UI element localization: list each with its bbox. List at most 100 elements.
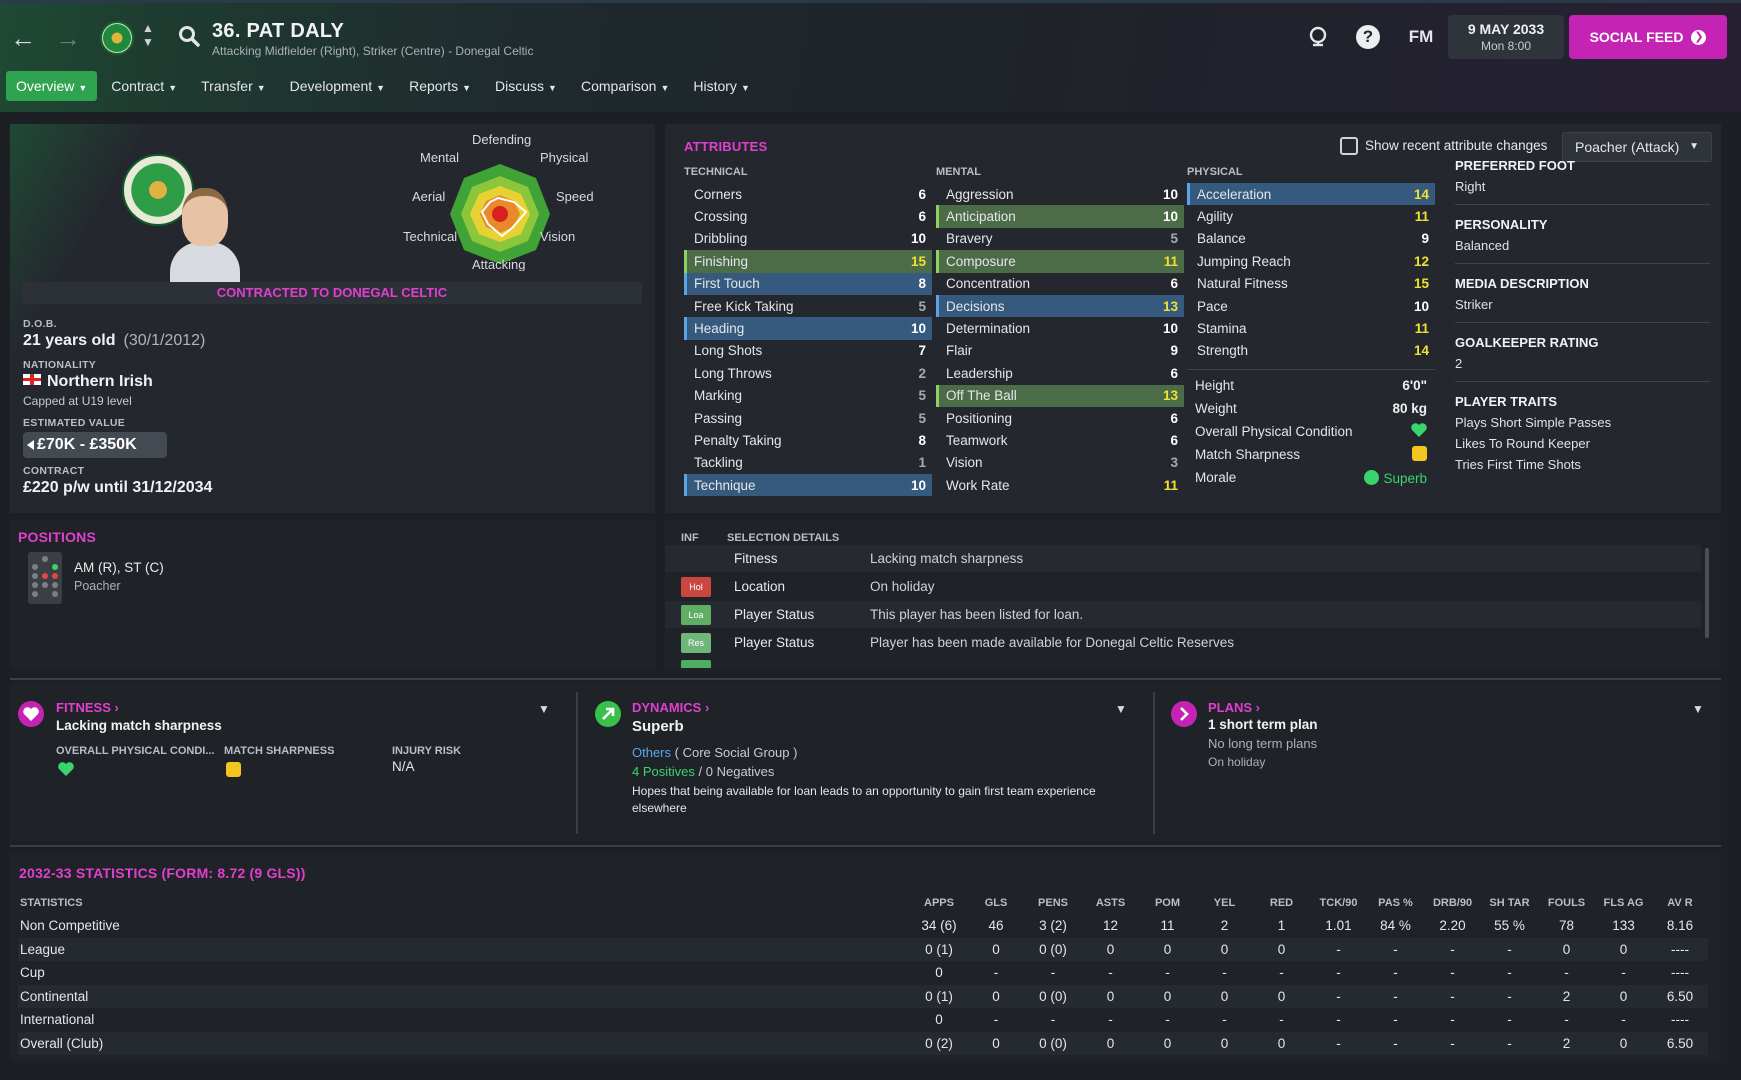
attribute-value: 6 bbox=[918, 186, 926, 202]
tab-development[interactable]: Development ▼ bbox=[280, 71, 395, 101]
attribute-row[interactable]: First Touch 8 bbox=[684, 272, 932, 295]
attribute-value: 6 bbox=[1170, 432, 1178, 448]
tab-reports[interactable]: Reports ▼ bbox=[399, 71, 481, 101]
social-feed-button[interactable]: SOCIAL FEED ❯ bbox=[1569, 15, 1727, 59]
plans-link[interactable]: PLANS › bbox=[1208, 700, 1260, 715]
attribute-row[interactable]: Concentration 6 bbox=[936, 273, 1184, 295]
plans-headline: 1 short term plan bbox=[1208, 717, 1318, 732]
attribute-row[interactable]: Passing 5 bbox=[684, 407, 932, 429]
stats-column-header[interactable]: PENS bbox=[1024, 892, 1082, 914]
stats-column-header[interactable]: APPS bbox=[910, 892, 968, 914]
stats-column-header[interactable]: POM bbox=[1139, 892, 1196, 914]
attribute-row[interactable]: Long Throws 2 bbox=[684, 362, 932, 384]
nationality-label: NATIONALITY bbox=[23, 359, 97, 371]
attribute-value: 10 bbox=[1162, 209, 1178, 225]
player-cycle-icon[interactable]: ▲ ▼ bbox=[142, 21, 154, 49]
attribute-row[interactable]: Free Kick Taking 5 bbox=[684, 295, 932, 317]
attribute-row[interactable]: Positioning 6 bbox=[936, 407, 1184, 429]
fitness-headline: Lacking match sharpness bbox=[56, 718, 222, 733]
goalkeeper-rating: GOALKEEPER RATING 2 bbox=[1455, 323, 1710, 382]
fitness-link[interactable]: FITNESS › bbox=[56, 700, 119, 715]
attribute-row[interactable]: Penalty Taking 8 bbox=[684, 429, 932, 451]
attribute-row[interactable]: Crossing 6 bbox=[684, 205, 932, 227]
globe-icon[interactable] bbox=[1306, 25, 1330, 49]
chevron-down-icon: ▼ bbox=[78, 83, 88, 93]
attribute-row[interactable]: Natural Fitness 15 bbox=[1187, 273, 1435, 295]
attribute-row[interactable]: Corners 6 bbox=[684, 183, 932, 205]
attribute-row[interactable]: Technique 10 bbox=[684, 474, 932, 497]
attribute-row[interactable]: Balance 9 bbox=[1187, 228, 1435, 250]
stats-column-header[interactable]: AV R bbox=[1652, 892, 1708, 914]
date-continue-button[interactable]: 9 MAY 2033 Mon 8:00 bbox=[1448, 15, 1564, 59]
attribute-row[interactable]: Decisions 13 bbox=[936, 294, 1184, 318]
help-icon[interactable]: ? bbox=[1356, 25, 1380, 49]
attribute-row[interactable]: Jumping Reach 12 bbox=[1187, 250, 1435, 272]
scrollbar[interactable] bbox=[1705, 548, 1709, 638]
attribute-row[interactable]: Pace 10 bbox=[1187, 295, 1435, 317]
attribute-row[interactable]: Teamwork 6 bbox=[936, 429, 1184, 451]
estimated-value[interactable]: £70K - £350K bbox=[23, 432, 167, 458]
attribute-row[interactable]: Bravery 5 bbox=[936, 228, 1184, 250]
attribute-row[interactable]: Finishing 15 bbox=[684, 250, 932, 273]
stats-cell: - bbox=[1393, 965, 1398, 981]
attribute-row[interactable]: Stamina 11 bbox=[1187, 317, 1435, 339]
stats-column-header[interactable]: PAS % bbox=[1367, 892, 1424, 914]
stats-cell: 1.01 bbox=[1325, 918, 1352, 934]
tab-history[interactable]: History ▼ bbox=[683, 71, 759, 101]
attribute-row[interactable]: Marking 5 bbox=[684, 385, 932, 407]
chevron-down-icon[interactable]: ▼ bbox=[1692, 702, 1704, 716]
stats-column-header[interactable]: YEL bbox=[1196, 892, 1253, 914]
attribute-row[interactable]: Leadership 6 bbox=[936, 362, 1184, 384]
stats-column-header[interactable]: SH TAR bbox=[1481, 892, 1538, 914]
attribute-row[interactable]: Vision 3 bbox=[936, 452, 1184, 474]
contract-value: £220 p/w until 31/12/2034 bbox=[23, 479, 213, 496]
forward-arrow-icon[interactable]: → bbox=[55, 23, 81, 54]
stats-column-header[interactable]: TCK/90 bbox=[1310, 892, 1367, 914]
attribute-row[interactable]: Determination 10 bbox=[936, 317, 1184, 339]
club-badge-icon[interactable] bbox=[100, 21, 134, 55]
attribute-row[interactable]: Long Shots 7 bbox=[684, 340, 932, 362]
attribute-row[interactable]: Tackling 1 bbox=[684, 452, 932, 474]
tab-comparison[interactable]: Comparison ▼ bbox=[571, 71, 679, 101]
social-group-link[interactable]: Others bbox=[632, 745, 671, 760]
fm-menu-icon[interactable]: FM bbox=[1406, 25, 1436, 49]
attribute-row[interactable]: Agility 11 bbox=[1187, 205, 1435, 227]
stats-column-header[interactable]: FOULS bbox=[1538, 892, 1595, 914]
attribute-row[interactable]: Work Rate 11 bbox=[936, 474, 1184, 496]
attribute-name: Stamina bbox=[1197, 321, 1247, 337]
tab-discuss[interactable]: Discuss ▼ bbox=[485, 71, 567, 101]
attribute-row[interactable]: Anticipation 10 bbox=[936, 205, 1184, 228]
stats-column-header[interactable]: RED bbox=[1253, 892, 1310, 914]
chevron-down-icon[interactable]: ▼ bbox=[1115, 702, 1127, 716]
stats-column-header[interactable]: GLS bbox=[968, 892, 1024, 914]
stats-column-header[interactable]: DRB/90 bbox=[1424, 892, 1481, 914]
stats-column-header[interactable]: FLS AG bbox=[1595, 892, 1652, 914]
attribute-row[interactable]: Heading 10 bbox=[684, 317, 932, 340]
chevron-down-icon[interactable]: ▼ bbox=[538, 702, 550, 716]
attribute-row[interactable]: Off The Ball 13 bbox=[936, 384, 1184, 407]
attribute-row[interactable]: Dribbling 10 bbox=[684, 228, 932, 250]
attribute-row[interactable]: Flair 9 bbox=[936, 340, 1184, 362]
loan-tag: Loa bbox=[681, 605, 711, 625]
tab-overview[interactable]: Overview ▼ bbox=[6, 71, 98, 101]
stats-column-header[interactable]: ASTS bbox=[1082, 892, 1139, 914]
search-icon[interactable] bbox=[178, 25, 200, 47]
attribute-row[interactable]: Composure 11 bbox=[936, 250, 1184, 273]
stats-column-header[interactable]: STATISTICS bbox=[18, 892, 910, 914]
stats-cell: - bbox=[1279, 1012, 1284, 1028]
tab-transfer[interactable]: Transfer ▼ bbox=[191, 71, 276, 101]
attribute-row[interactable]: Strength 14 bbox=[1187, 340, 1435, 362]
stats-cell: 0 bbox=[1253, 1031, 1310, 1055]
tab-contract[interactable]: Contract ▼ bbox=[101, 71, 187, 101]
stats-cell: 0 bbox=[1082, 1031, 1139, 1055]
back-arrow-icon[interactable]: ← bbox=[10, 23, 36, 54]
attribute-row[interactable]: Acceleration 14 bbox=[1187, 183, 1435, 206]
attribute-value: 3 bbox=[1170, 455, 1178, 471]
selection-row: Res Player Status Player has been made av… bbox=[665, 629, 1701, 656]
age-value: 21 years old (30/1/2012) bbox=[23, 332, 206, 349]
stats-cell: - bbox=[1450, 965, 1455, 981]
attribute-name: First Touch bbox=[694, 276, 760, 292]
show-changes-checkbox[interactable] bbox=[1340, 137, 1358, 155]
attribute-row[interactable]: Aggression 10 bbox=[936, 183, 1184, 205]
dynamics-link[interactable]: DYNAMICS › bbox=[632, 700, 709, 715]
